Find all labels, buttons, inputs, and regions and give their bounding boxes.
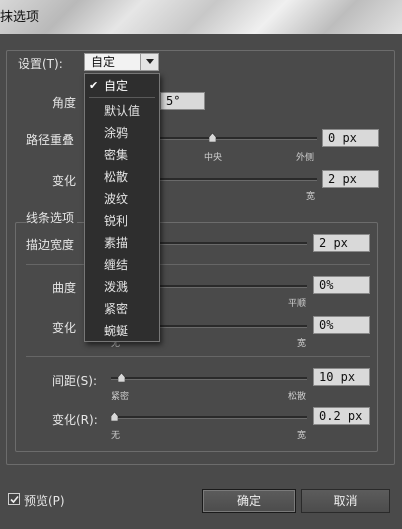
angle-field[interactable]: 5° <box>160 92 205 110</box>
angle-value: 5° <box>166 94 181 108</box>
window-title: 抹选项 <box>0 10 40 25</box>
curve-variation-slider-track[interactable] <box>160 325 307 328</box>
preview-label: 预览(P) <box>24 494 65 508</box>
spacing-tick-right: 松散 <box>288 392 307 402</box>
spacing-slider-thumb[interactable] <box>118 373 125 382</box>
cancel-button[interactable]: 取消 <box>301 489 390 513</box>
curve-variation-tick-right: 宽 <box>297 339 307 349</box>
dropdown-item-label: 蜿蜒 <box>104 324 129 338</box>
variation-slider-track[interactable] <box>160 178 317 181</box>
stroke-options-title: 线条选项 <box>26 209 78 226</box>
curvature-slider-track[interactable] <box>160 285 307 288</box>
dropdown-item-label: 默认值 <box>104 104 141 118</box>
angle-label: 角度 <box>52 96 77 110</box>
spacing-variation-tick-right: 宽 <box>297 431 307 441</box>
dropdown-item[interactable]: 波纹 <box>85 188 159 210</box>
stroke-width-slider-track[interactable] <box>160 242 307 245</box>
title-bar: 抹选项 <box>0 0 402 34</box>
settings-label: 设置(T): <box>18 57 63 71</box>
dropdown-item[interactable]: 紧密 <box>85 298 159 320</box>
variation-tick-right: 宽 <box>306 192 316 202</box>
spacing-variation-field[interactable]: 0.2 px <box>313 407 370 425</box>
dropdown-item-label: 波纹 <box>104 192 129 206</box>
dropdown-item[interactable]: 素描 <box>85 232 159 254</box>
preview-checkbox[interactable] <box>8 493 20 505</box>
curve-variation-label: 变化 <box>52 321 77 335</box>
variation-label: 变化 <box>52 174 77 188</box>
spacing-variation-value: 0.2 px <box>319 409 363 423</box>
dropdown-item-label: 紧密 <box>104 302 129 316</box>
dropdown-separator <box>89 97 155 98</box>
overlap-value: 0 px <box>328 131 357 145</box>
dropdown-item-label: 素描 <box>104 236 129 250</box>
divider <box>26 356 370 357</box>
dropdown-item-label: 锐利 <box>104 214 129 228</box>
stroke-width-value: 2 px <box>319 236 348 250</box>
overlap-tick-mid: 中央 <box>204 153 223 163</box>
curvature-value: 0% <box>319 278 334 292</box>
spacing-variation-slider-track[interactable] <box>111 416 307 419</box>
curve-variation-value: 0% <box>319 318 334 332</box>
dropdown-item-label: 泼溅 <box>104 280 129 294</box>
dropdown-item[interactable]: 锐利 <box>85 210 159 232</box>
dropdown-item[interactable]: 泼溅 <box>85 276 159 298</box>
dropdown-item[interactable]: 密集 <box>85 144 159 166</box>
dropdown-item[interactable]: 松散 <box>85 166 159 188</box>
spacing-variation-slider-thumb[interactable] <box>111 412 118 421</box>
dropdown-item-custom[interactable]: ✔ 自定 <box>85 75 159 97</box>
overlap-slider-track[interactable] <box>160 137 317 140</box>
curve-variation-field[interactable]: 0% <box>313 316 370 334</box>
dropdown-item[interactable]: 涂鸦 <box>85 122 159 144</box>
check-icon <box>10 495 19 504</box>
curvature-label: 曲度 <box>52 281 77 295</box>
divider <box>26 264 370 265</box>
check-icon: ✔ <box>89 79 99 92</box>
ok-button[interactable]: 确定 <box>202 489 296 513</box>
chevron-down-icon[interactable] <box>140 54 158 70</box>
stroke-width-field[interactable]: 2 px <box>313 234 370 252</box>
spacing-value: 10 px <box>319 370 356 384</box>
overlap-label: 路径重叠 <box>26 133 75 147</box>
variation-value: 2 px <box>328 172 357 186</box>
settings-select-value: 自定 <box>91 55 116 69</box>
stroke-width-label: 描边宽度 <box>26 238 75 252</box>
overlap-tick-right: 外侧 <box>296 153 315 163</box>
dropdown-item-label: 涂鸦 <box>104 126 129 140</box>
variation-field[interactable]: 2 px <box>322 170 379 188</box>
spacing-field[interactable]: 10 px <box>313 368 370 386</box>
dropdown-item[interactable]: 蜿蜒 <box>85 320 159 342</box>
dropdown-item[interactable]: 默认值 <box>85 100 159 122</box>
spacing-tick-left: 紧密 <box>111 392 130 402</box>
spacing-variation-label: 变化(R): <box>52 413 98 427</box>
overlap-slider-thumb[interactable] <box>209 133 216 142</box>
spacing-variation-tick-left: 无 <box>111 431 121 441</box>
dropdown-item[interactable]: 缠结 <box>85 254 159 276</box>
curvature-field[interactable]: 0% <box>313 276 370 294</box>
curvature-tick-right: 平顺 <box>288 299 307 309</box>
settings-select[interactable]: 自定 <box>84 53 159 71</box>
dropdown-item-label: 密集 <box>104 148 129 162</box>
dropdown-item-label: 自定 <box>104 79 129 93</box>
dropdown-item-label: 缠结 <box>104 258 129 272</box>
spacing-label: 间距(S): <box>52 374 98 388</box>
overlap-field[interactable]: 0 px <box>322 129 379 147</box>
spacing-slider-track[interactable] <box>111 377 307 380</box>
dropdown-item-label: 松散 <box>104 170 129 184</box>
settings-dropdown-menu: ✔ 自定 默认值涂鸦密集松散波纹锐利素描缠结泼溅紧密蜿蜒 <box>84 73 160 342</box>
